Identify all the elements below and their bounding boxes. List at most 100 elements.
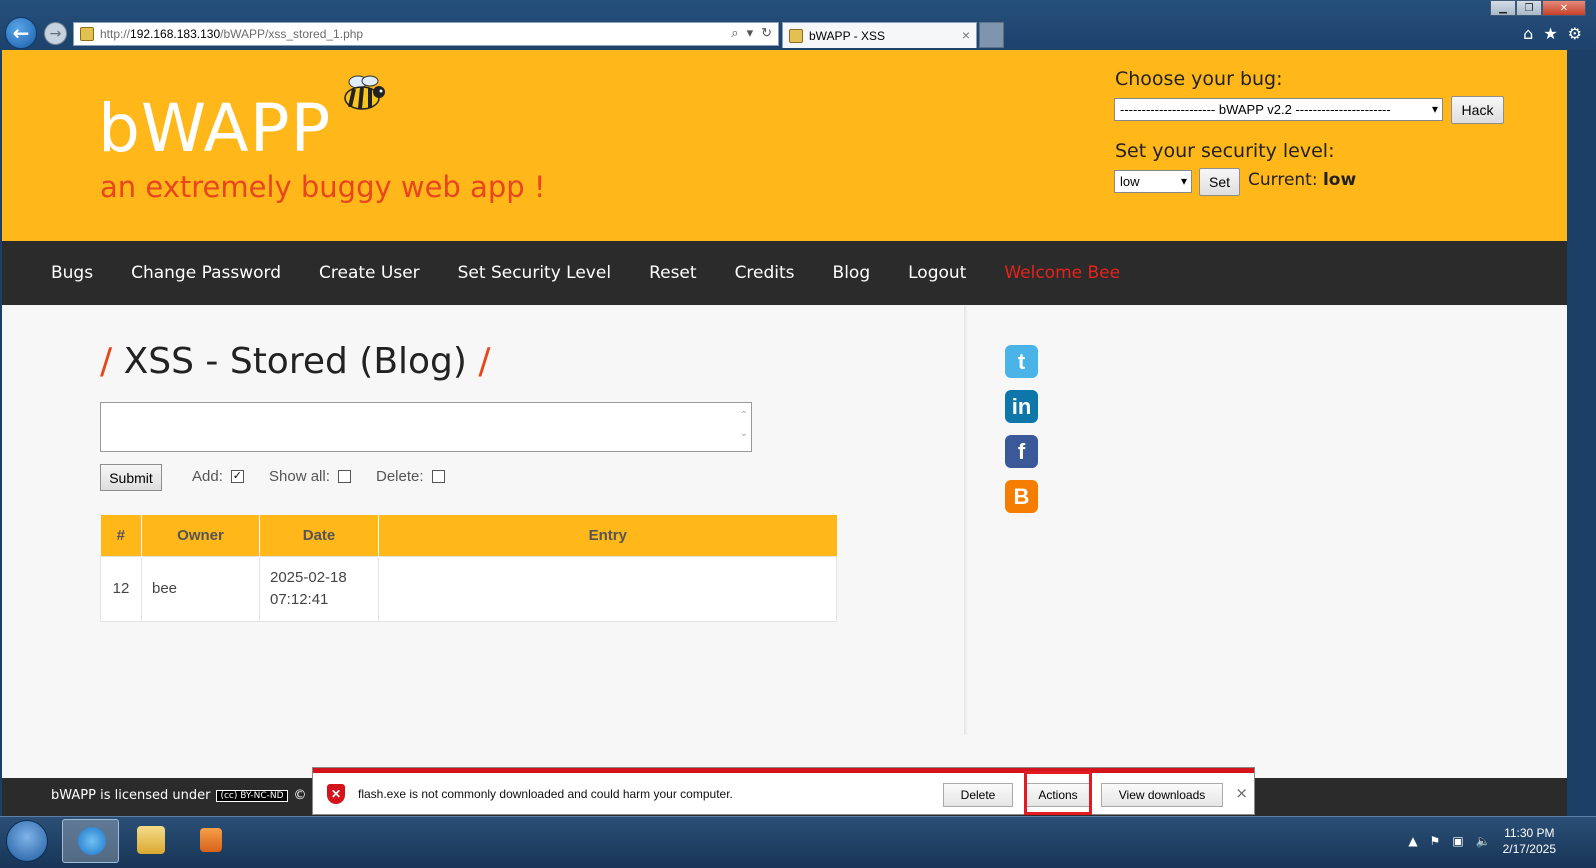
main-menu: Bugs Change Password Create User Set Sec…: [2, 241, 1567, 305]
site-favicon-icon: [80, 27, 94, 41]
page-title-text: XSS - Stored (Blog): [123, 341, 467, 382]
tab-title: bWAPP - XSS: [809, 28, 886, 43]
show-hidden-icons-icon[interactable]: ▲: [1408, 834, 1417, 848]
home-icon[interactable]: ⌂: [1523, 24, 1533, 43]
copyright-symbol: ©: [293, 788, 307, 803]
address-bar[interactable]: http://192.168.183.130/bWAPP/xss_stored_…: [73, 22, 779, 46]
view-downloads-button[interactable]: View downloads: [1101, 783, 1223, 807]
hack-button[interactable]: Hack: [1451, 96, 1504, 124]
blogger-icon[interactable]: B: [1005, 480, 1038, 513]
show-all-checkbox[interactable]: [337, 470, 351, 483]
refresh-icon[interactable]: ↻: [761, 25, 772, 41]
clock-date: 2/17/2025: [1502, 842, 1556, 856]
network-icon[interactable]: ▣: [1452, 834, 1463, 848]
facebook-icon[interactable]: f: [1005, 435, 1038, 468]
download-warning-message: flash.exe is not commonly downloaded and…: [358, 787, 733, 801]
download-notification-bar: ✕ flash.exe is not commonly downloaded a…: [312, 767, 1255, 815]
header-date: Date: [259, 515, 379, 556]
menu-item-credits[interactable]: Credits: [735, 263, 795, 283]
welcome-message: Welcome Bee: [1004, 263, 1121, 283]
menu-item-blog[interactable]: Blog: [833, 263, 871, 283]
site-logo: bWAPP: [98, 90, 332, 167]
textarea-scroll-arrows[interactable]: ⌃ ⌄: [740, 407, 748, 443]
bug-select[interactable]: ---------------------- bWAPP v2.2 ------…: [1114, 98, 1443, 121]
page-viewport: bWAPP an extremely buggy web app ! Choos…: [2, 50, 1567, 816]
current-level: Current: low: [1248, 170, 1356, 190]
choose-bug-label: Choose your bug:: [1115, 68, 1283, 90]
table-header-row: # Owner Date Entry: [100, 515, 837, 556]
linkedin-icon[interactable]: in: [1005, 390, 1038, 423]
tab-bwapp-xss[interactable]: bWAPP - XSS ×: [782, 22, 977, 48]
security-level-select[interactable]: low ▾: [1114, 170, 1192, 193]
clock-time: 11:30 PM: [1504, 826, 1555, 840]
url-scheme: http://: [100, 27, 131, 41]
taskbar-media-player[interactable]: [182, 819, 239, 863]
blog-table: # Owner Date Entry 12 bee 2025-02-18 07:…: [100, 515, 837, 622]
menu-item-set-security-level[interactable]: Set Security Level: [458, 263, 611, 283]
close-window-button[interactable]: ✕: [1542, 0, 1586, 16]
action-center-flag-icon[interactable]: ⚑: [1430, 834, 1441, 848]
page-title: / XSS - Stored (Blog) /: [100, 341, 491, 382]
settings-gear-icon[interactable]: ⚙: [1568, 24, 1582, 43]
bee-logo-icon: [344, 75, 385, 110]
header-id: #: [100, 515, 142, 556]
restore-button[interactable]: ❐: [1516, 0, 1542, 16]
cell-owner: bee: [141, 555, 260, 622]
dropdown-icon[interactable]: ▾: [747, 25, 754, 41]
arrow-left-icon: ←: [12, 21, 30, 45]
minimize-button[interactable]: ▁: [1490, 0, 1516, 16]
bug-select-value: ---------------------- bWAPP v2.2 ------…: [1120, 102, 1391, 117]
taskbar-internet-explorer[interactable]: [62, 819, 119, 863]
menu-item-logout[interactable]: Logout: [908, 263, 966, 283]
cell-entry: [378, 555, 837, 622]
current-level-prefix: Current:: [1248, 170, 1318, 190]
submit-button[interactable]: Submit: [100, 464, 162, 491]
menu-item-change-password[interactable]: Change Password: [131, 263, 281, 283]
add-checkbox[interactable]: ✓: [230, 470, 244, 483]
title-slash-left: /: [100, 341, 113, 382]
back-button[interactable]: ←: [5, 17, 37, 49]
site-tagline: an extremely buggy web app !: [100, 170, 546, 204]
system-tray: ▲ ⚑ ▣ 🔈 11:30 PM 2/17/2025: [1408, 825, 1556, 857]
window-controls: ▁ ❐ ✕: [1490, 0, 1586, 16]
delete-option: Delete:: [376, 468, 445, 485]
twitter-icon[interactable]: t: [1005, 345, 1038, 378]
close-notification-icon[interactable]: ×: [1235, 784, 1248, 802]
delete-download-button[interactable]: Delete: [943, 783, 1013, 807]
browser-toolbar: ⌂ ★ ⚙: [1523, 24, 1582, 43]
blog-entry-textarea[interactable]: ⌃ ⌄: [100, 402, 752, 452]
start-button[interactable]: [6, 820, 48, 862]
favorites-star-icon[interactable]: ★: [1543, 24, 1557, 43]
search-icon[interactable]: ⌕: [731, 25, 738, 41]
volume-icon[interactable]: 🔈: [1476, 834, 1491, 848]
new-tab-button[interactable]: [979, 22, 1004, 48]
url-host: 192.168.183.130: [130, 27, 221, 41]
chevron-down-icon: ▾: [1180, 174, 1187, 188]
show-all-option: Show all:: [269, 468, 351, 485]
footer-text: bWAPP is licensed under: [51, 788, 211, 803]
tab-close-icon[interactable]: ×: [962, 27, 970, 43]
add-option: Add: ✓: [192, 468, 244, 485]
content-divider: [964, 305, 968, 735]
table-row: 12 bee 2025-02-18 07:12:41: [100, 555, 837, 622]
delete-checkbox[interactable]: [431, 470, 445, 483]
cc-license-badge[interactable]: (cc) BY-NC-ND: [216, 789, 288, 802]
windows-taskbar: ▲ ⚑ ▣ 🔈 11:30 PM 2/17/2025: [0, 816, 1596, 868]
media-player-icon: [200, 828, 222, 852]
cell-date-time: 07:12:41: [270, 590, 329, 608]
security-level-value: low: [1120, 174, 1140, 189]
system-clock[interactable]: 11:30 PM 2/17/2025: [1503, 825, 1556, 857]
current-level-value: low: [1322, 170, 1357, 190]
chevron-down-icon: ▾: [1431, 102, 1438, 116]
footer-license: bWAPP is licensed under (cc) BY-NC-ND ©: [51, 788, 307, 803]
menu-item-reset[interactable]: Reset: [649, 263, 697, 283]
site-header: bWAPP an extremely buggy web app ! Choos…: [2, 50, 1567, 241]
taskbar-file-explorer[interactable]: [122, 819, 179, 863]
menu-item-bugs[interactable]: Bugs: [51, 263, 93, 283]
header-owner: Owner: [141, 515, 260, 556]
folder-icon: [137, 826, 165, 854]
actions-button[interactable]: Actions: [1025, 783, 1091, 807]
set-level-button[interactable]: Set: [1199, 168, 1240, 196]
forward-button[interactable]: →: [44, 22, 67, 45]
menu-item-create-user[interactable]: Create User: [319, 263, 420, 283]
